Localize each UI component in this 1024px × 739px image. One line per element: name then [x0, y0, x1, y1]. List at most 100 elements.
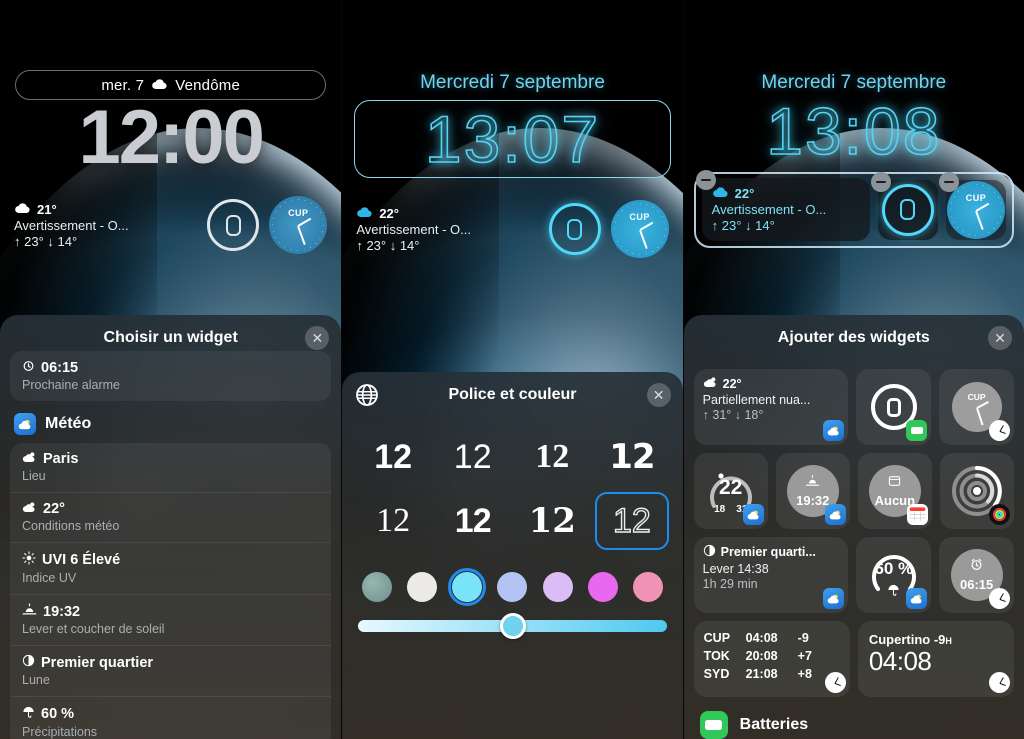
close-icon[interactable]: ✕ [646, 383, 671, 407]
lock-date-2[interactable]: Mercredi 7 septembre [342, 72, 682, 94]
list-item[interactable]: UVI 6 Élevé Indice UV [10, 542, 332, 594]
weather-conditions-widget[interactable]: 22° Partiellement nua... ↑ 31° ↓ 18° [693, 369, 849, 445]
watch-ring-widget-tile[interactable] [856, 369, 932, 445]
tile-unit: H [945, 636, 952, 646]
sheet-title-2: Police et couleur [448, 386, 577, 403]
lock-screen-preview-1[interactable]: mer. 7 Vendôme 12:00 21° Avertissement -… [0, 0, 341, 254]
color-swatch-white[interactable] [403, 568, 441, 606]
lock-widget-row-1[interactable]: 21° Avertissement - O... ↑ 23° ↓ 14° CUP [0, 196, 341, 254]
list-item[interactable]: Premier quartier Lune [10, 645, 332, 696]
remove-widget-button-weather[interactable] [695, 170, 716, 190]
tile-subtitle: Partiellement nua... [702, 393, 811, 407]
slider-track[interactable] [358, 613, 667, 639]
batteries-group-header[interactable]: Batteries [684, 697, 1024, 739]
lock-clock-3[interactable]: 13:08 [684, 97, 1024, 165]
weather-app-icon [823, 420, 845, 441]
weather-range: ↑ 23° ↓ 14° [14, 233, 78, 249]
remove-widget-button-watch[interactable] [870, 171, 891, 192]
color-intensity-slider[interactable] [342, 612, 682, 654]
lock-clock-1[interactable]: 12:00 [0, 99, 341, 175]
cupertino-digital-clock-widget[interactable]: Cupertino -9H 04:08 [857, 621, 1014, 697]
clock-edit-box-2[interactable]: 13:07 [354, 100, 671, 178]
lock-widget-row-3[interactable]: 22° Avertissement - O... ↑ 23° ↓ 14° CUP [684, 170, 1024, 241]
temperature-gauge-widget[interactable]: 22 18 31 [693, 453, 768, 529]
list-item[interactable]: 22° Conditions météo [10, 492, 332, 542]
weather-widget-1[interactable]: 21° Avertissement - O... ↑ 23° ↓ 14° [14, 202, 197, 249]
font-option[interactable]: 12 [595, 428, 669, 486]
cupertino-analog-clock-widget-1[interactable]: CUP [269, 196, 328, 254]
color-swatch-pink[interactable] [629, 568, 667, 606]
alarm-widget[interactable]: 06:15 [939, 537, 1014, 613]
list-item[interactable]: 19:32 Lever et coucher de soleil [10, 594, 332, 645]
list-item-subtitle: Lever et coucher de soleil [22, 622, 165, 636]
cloud-icon [151, 77, 168, 94]
watch-ring-widget-1[interactable] [207, 199, 260, 251]
widget-gallery: 22° Partiellement nua... ↑ 31° ↓ 18° CUP… [684, 361, 1024, 697]
font-option[interactable]: 12 [515, 428, 589, 486]
lock-date-3[interactable]: Mercredi 7 septembre [684, 72, 1024, 94]
font-option[interactable]: 12 [356, 492, 430, 550]
weather-app-icon [742, 504, 764, 525]
watch-icon [225, 214, 241, 236]
color-swatch-multicolor[interactable] [358, 568, 396, 606]
cupertino-analog-clock-widget-tile[interactable]: CUP [939, 369, 1014, 445]
color-swatch-lavender[interactable] [539, 568, 577, 606]
font-sample: 12 [535, 438, 570, 475]
color-swatch-periwinkle[interactable] [493, 568, 531, 606]
moon-phase-icon [22, 654, 35, 671]
list-item[interactable]: 60 % Précipitations [10, 696, 332, 739]
font-option[interactable]: 12 [436, 428, 510, 486]
fitness-app-icon [988, 504, 1010, 525]
weather-widget-2[interactable]: 22° Avertissement - O... ↑ 23° ↓ 14° [356, 206, 538, 253]
color-swatch-magenta[interactable] [584, 568, 622, 606]
font-option[interactable]: 12 [436, 492, 510, 550]
moon-phase-widget[interactable]: Premier quarti... Lever 14:38 1h 29 min [693, 537, 849, 613]
watch-ring-widget-3[interactable] [870, 171, 938, 240]
font-option[interactable]: 12 [515, 492, 589, 550]
tile-value: 19:32 [796, 493, 830, 508]
lock-screen-preview-3[interactable]: Mercredi 7 septembre 13:08 22° Avertisse… [684, 0, 1024, 256]
close-icon[interactable]: ✕ [305, 326, 330, 350]
weather-widget-3[interactable]: 22° Avertissement - O... ↑ 23° ↓ 14° [695, 170, 870, 241]
list-item[interactable]: Paris Lieu [10, 443, 331, 492]
tz-offset: -9 [797, 631, 809, 645]
partly-cloudy-icon [703, 376, 718, 391]
cupertino-analog-clock-widget-2[interactable]: CUP [610, 200, 669, 258]
lock-widget-edit-area[interactable]: 22° Avertissement - O... ↑ 23° ↓ 14° CUP [684, 170, 1024, 256]
lock-screen-preview-2[interactable]: Mercredi 7 septembre 13:07 22° Avertisse… [342, 0, 682, 258]
cupertino-analog-clock-widget-3[interactable]: CUP [938, 171, 1006, 240]
watch-icon [886, 397, 901, 417]
slider-knob[interactable] [500, 613, 527, 639]
clock-app-icon [824, 672, 846, 693]
watch-ring [881, 183, 934, 236]
sunset-widget[interactable]: 19:32 [775, 453, 850, 529]
font-option[interactable]: 12 [356, 428, 430, 486]
weather-widget-list: Paris Lieu 22° Conditions météo UVI 6 Él… [10, 443, 332, 739]
calendar-event-widget[interactable]: Aucun [857, 453, 932, 529]
tz-time: 04:08 [745, 631, 778, 645]
gallery-row: Premier quarti... Lever 14:38 1h 29 min [693, 537, 1014, 613]
font-option-selected[interactable]: 12 [595, 492, 669, 550]
world-clock-list-widget[interactable]: CUP 04:08 -9 TOK 20:08 +7 SYD 21:08 +8 [693, 621, 850, 697]
alarm-icon [970, 558, 983, 576]
color-swatch-cyan-selected[interactable] [448, 568, 487, 606]
close-icon[interactable]: ✕ [987, 326, 1012, 350]
globe-icon[interactable] [354, 382, 380, 408]
fitness-rings-widget[interactable] [939, 453, 1014, 529]
lock-clock-2[interactable]: 13:07 [424, 105, 600, 173]
tile-value: 06:15 [959, 577, 994, 592]
font-sample: 12 [374, 438, 413, 476]
font-sample: 12 [454, 502, 492, 540]
list-item-title: 60 % [41, 706, 75, 722]
weather-condition: Avertissement - O... [356, 221, 471, 237]
sheet-header-3: Ajouter des widgets ✕ [684, 315, 1024, 361]
lock-widget-row-2[interactable]: 22° Avertissement - O... ↑ 23° ↓ 14° CUP [342, 200, 682, 258]
watch-ring-widget-2[interactable] [548, 203, 601, 255]
tz-city: SYD [703, 667, 730, 682]
table-row: TOK 20:08 +7 [704, 647, 840, 665]
tile-time: 04:08 [868, 646, 932, 676]
tile-subtitle: Lever 14:38 [702, 562, 769, 576]
precipitation-gauge-widget[interactable]: 60 % [856, 537, 932, 613]
list-item-title: 22° [43, 501, 65, 517]
weather-app-icon [906, 588, 928, 609]
